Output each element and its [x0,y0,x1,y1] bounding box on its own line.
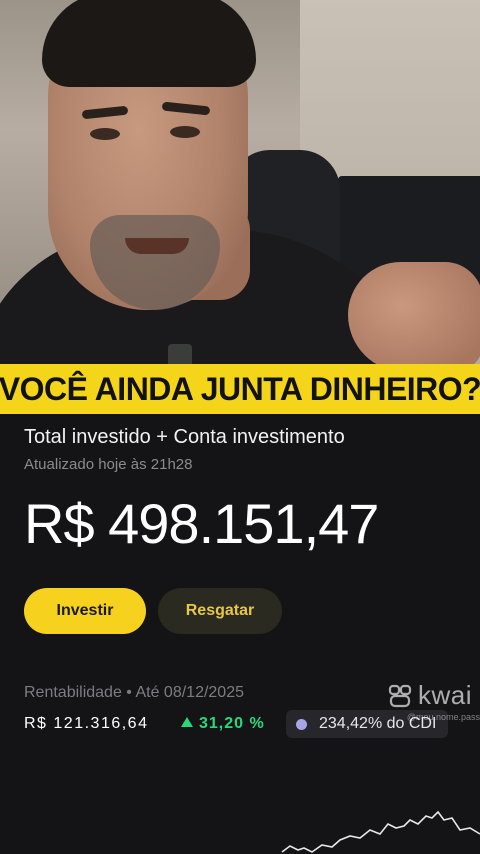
kwai-brand-text: kwai [418,680,473,710]
rentabilidade-value: R$ 121.316,64 [24,715,149,732]
video-frame [0,0,480,372]
performance-sparkline [281,810,480,853]
sparkline-path [281,810,480,853]
presenter-mouth [125,238,189,254]
invest-button[interactable]: Investir [24,588,146,634]
kwai-logo-icon [388,684,412,707]
total-amount: R$ 498.151,47 [24,492,379,555]
kwai-watermark: kwai [388,680,472,711]
presenter-eye-left [90,128,120,140]
kwai-username: @meu.nome.pass [406,712,480,722]
rentabilidade-percent: 31,20 % [181,715,265,733]
cdi-dot-icon [296,718,307,730]
triangle-up-icon [181,717,193,727]
presenter-hair [42,0,256,87]
redeem-button[interactable]: Resgatar [158,588,282,634]
panel-title: Total investido + Conta investimento [24,426,345,448]
rentabilidade-label: Rentabilidade • Até 08/12/2025 [24,684,244,701]
video-caption: VOCÊ AINDA JUNTA DINHEIRO? [0,364,480,414]
presenter-eye-right [170,126,200,138]
rentabilidade-percent-text: 31,20 % [199,715,265,732]
updated-timestamp: Atualizado hoje às 21h28 [24,456,193,473]
presenter-hand [348,262,480,372]
